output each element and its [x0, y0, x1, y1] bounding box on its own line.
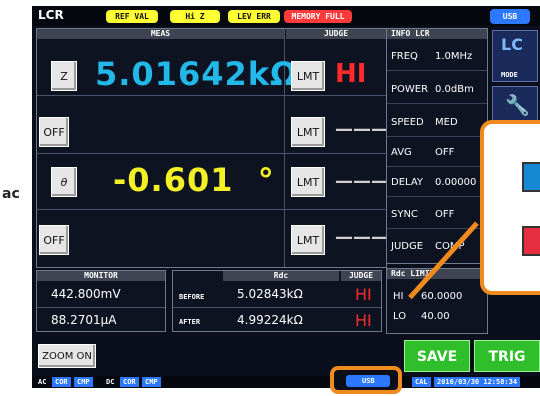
ref-val-indicator: REF VAL [106, 10, 158, 23]
rdc-before-judge: HI [355, 285, 372, 304]
hi-z-indicator: Hi Z [170, 10, 220, 23]
param3-value: -0.601 ° [113, 161, 275, 199]
wrench-icon: 🔧 [505, 93, 530, 117]
rdc-limit-hi-label: HI [393, 291, 404, 302]
info-row-judge: JUDGE COMP [387, 231, 487, 261]
param1-limit-button[interactable]: LMT [291, 61, 325, 91]
info-key: DELAY [391, 177, 423, 188]
info-key: FREQ [391, 51, 418, 62]
info-key: POWER [391, 84, 429, 95]
rdc-limit-panel: Rdc LIMIT HI 60.0000 LO 40.00 [386, 268, 488, 334]
rdc-before-value: 5.02843kΩ [237, 287, 303, 301]
info-value: 0.00000 [435, 177, 477, 188]
rdc-limit-lo-label: LO [393, 311, 407, 322]
rdc-judge-header: JUDGE [341, 271, 381, 281]
param1-judge: HI [335, 59, 367, 89]
app-title: LCR [38, 8, 64, 22]
info-row-delay: DELAY 0.00000 [387, 167, 487, 197]
ac-cmp-badge: CMP [74, 377, 93, 387]
rdc-after-judge: HI [355, 311, 372, 330]
param4-button[interactable]: OFF [39, 225, 69, 255]
bottom-status-bar: AC COR CMP DC COR CMP CAL 2016/03/30 12:… [32, 376, 540, 388]
param3-judge: ——— [335, 171, 389, 192]
settings-wrench-button[interactable]: 🔧 [492, 86, 538, 122]
param3-button[interactable]: θ [51, 167, 77, 197]
dc-cor-badge: COR [120, 377, 139, 387]
usb-label: USB [362, 377, 375, 385]
usb-indicator-top: USB [490, 9, 530, 24]
datetime: 2016/03/30 12:58:34 [434, 377, 521, 387]
row-divider [37, 95, 392, 96]
info-row-power: POWER 0.0dBm [387, 74, 487, 104]
ac-cor-badge: COR [52, 377, 71, 387]
monitor-panel: MONITOR 442.800mV 88.2701μA [36, 270, 166, 332]
monitor-header: MONITOR [37, 271, 165, 281]
param4-judge: ——— [335, 227, 389, 248]
usb-highlight: USB [330, 366, 402, 394]
ac-label: AC [38, 378, 47, 386]
info-row-avg: AVG OFF [387, 137, 487, 167]
meas-panel: MEAS JUDGE Z 5.01642kΩ LMT HI OFF LMT ——… [36, 28, 392, 268]
save-button[interactable]: SAVE [404, 340, 470, 372]
callout-blue-swatch [522, 162, 540, 192]
param2-button[interactable]: OFF [39, 117, 69, 147]
info-key: SPEED [391, 117, 424, 128]
monitor-current: 88.2701μA [51, 313, 117, 327]
row-divider [37, 209, 392, 210]
judge-header: JUDGE [286, 29, 386, 39]
info-row-speed: SPEED MED [387, 107, 487, 137]
left-edge-fragment: ac [2, 186, 20, 202]
trig-button[interactable]: TRIG [474, 340, 540, 372]
info-key: SYNC [391, 209, 418, 220]
rdc-before-label: BEFORE [179, 293, 205, 301]
callout-box [480, 120, 540, 295]
memory-full-indicator: MEMORY FULL [284, 10, 352, 23]
info-value: MED [435, 117, 458, 128]
lcr-mode-button[interactable]: LC MODE [492, 30, 538, 82]
param3-limit-button[interactable]: LMT [291, 167, 325, 197]
info-value: 1.0MHz [435, 51, 473, 62]
row-divider [173, 307, 381, 308]
info-header: INFO LCR [387, 29, 487, 39]
cal-badge: CAL [412, 377, 431, 387]
zoom-button[interactable]: ZOOM ON [38, 344, 96, 368]
rdc-after-label: AFTER [179, 318, 201, 326]
rdc-limit-hi-value: 60.0000 [421, 291, 463, 302]
callout-red-swatch [522, 226, 540, 256]
info-key: JUDGE [391, 241, 424, 252]
param2-judge: ——— [335, 119, 389, 140]
info-value: 0.0dBm [435, 84, 474, 95]
param1-button[interactable]: Z [51, 61, 77, 91]
monitor-voltage: 442.800mV [51, 287, 121, 301]
rdc-panel: Rdc JUDGE BEFORE 5.02843kΩ HI AFTER 4.99… [172, 270, 382, 332]
dc-label: DC [106, 378, 115, 386]
meas-header: MEAS [37, 29, 284, 39]
rdc-limit-lo-value: 40.00 [421, 311, 450, 322]
info-value: OFF [435, 147, 455, 158]
param2-limit-button[interactable]: LMT [291, 117, 325, 147]
row-divider [37, 307, 165, 308]
info-value: OFF [435, 209, 455, 220]
info-row-freq: FREQ 1.0MHz [387, 41, 487, 71]
info-key: AVG [391, 147, 412, 158]
top-status-bar: LCR REF VAL Hi Z LEV ERR MEMORY FULL USB [32, 6, 540, 26]
lcr-screen: LCR REF VAL Hi Z LEV ERR MEMORY FULL USB… [32, 6, 540, 388]
dc-cmp-badge: CMP [142, 377, 161, 387]
param4-limit-button[interactable]: LMT [291, 225, 325, 255]
rdc-header: Rdc [223, 271, 339, 281]
row-divider [37, 153, 392, 154]
lev-err-indicator: LEV ERR [228, 10, 280, 23]
lcr-logo-icon: LC [501, 35, 523, 54]
param1-value: 5.01642kΩ [95, 55, 299, 93]
mode-label: MODE [501, 71, 518, 79]
rdc-after-value: 4.99224kΩ [237, 313, 303, 327]
